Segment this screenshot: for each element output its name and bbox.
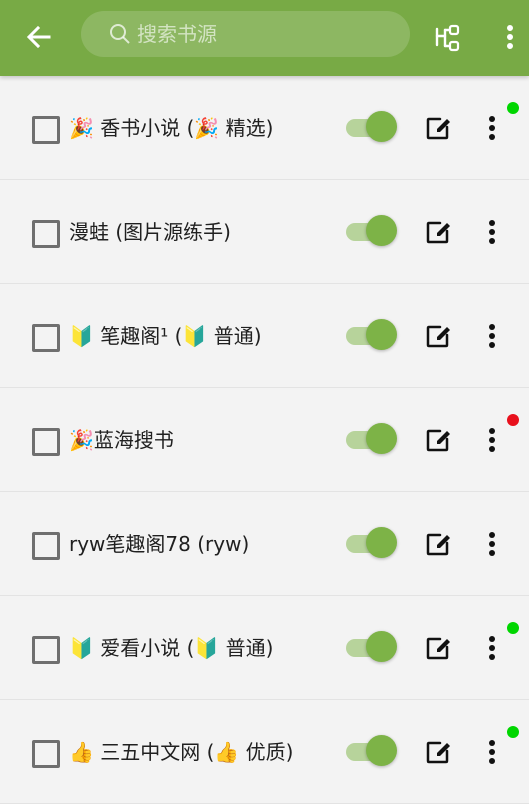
edit-button[interactable]: [424, 426, 452, 454]
select-checkbox[interactable]: [32, 636, 60, 664]
row-more-button[interactable]: [482, 634, 502, 662]
edit-button[interactable]: [424, 738, 452, 766]
back-button[interactable]: [18, 16, 60, 58]
source-row[interactable]: 🎉 香书小说 (🎉 精选): [0, 76, 529, 180]
search-input[interactable]: [137, 11, 397, 57]
enable-switch[interactable]: [346, 111, 398, 142]
enable-switch[interactable]: [346, 215, 398, 246]
row-more-button[interactable]: [482, 426, 502, 454]
source-row[interactable]: 🔰 笔趣阁¹ (🔰 普通): [0, 284, 529, 388]
edit-icon: [424, 426, 452, 454]
toolbar: [0, 0, 529, 76]
group-icon: [432, 22, 462, 52]
switch-thumb: [366, 215, 397, 246]
row-more-button[interactable]: [482, 218, 502, 246]
select-checkbox[interactable]: [32, 428, 60, 456]
more-options-button[interactable]: [494, 16, 526, 58]
source-row[interactable]: ryw笔趣阁78 (ryw): [0, 492, 529, 596]
source-name: 漫蛙 (图片源练手): [69, 220, 231, 244]
group-button[interactable]: [426, 16, 468, 58]
select-checkbox[interactable]: [32, 324, 60, 352]
switch-thumb: [366, 527, 397, 558]
edit-icon: [424, 114, 452, 142]
success-status-dot: [507, 622, 519, 634]
enable-switch[interactable]: [346, 527, 398, 558]
source-name: 🔰 笔趣阁¹ (🔰 普通): [69, 324, 262, 348]
edit-icon: [424, 530, 452, 558]
edit-icon: [424, 218, 452, 246]
edit-icon: [424, 322, 452, 350]
success-status-dot: [507, 102, 519, 114]
row-more-button[interactable]: [482, 114, 502, 142]
enable-switch[interactable]: [346, 423, 398, 454]
row-more-button[interactable]: [482, 530, 502, 558]
search-icon: [109, 23, 131, 45]
select-checkbox[interactable]: [32, 116, 60, 144]
switch-thumb: [366, 111, 397, 142]
select-checkbox[interactable]: [32, 532, 60, 560]
source-name: 👍 三五中文网 (👍 优质): [69, 740, 294, 764]
source-row[interactable]: 🎉蓝海搜书: [0, 388, 529, 492]
more-vertical-icon: [482, 322, 502, 350]
switch-thumb: [366, 423, 397, 454]
edit-button[interactable]: [424, 530, 452, 558]
more-vertical-icon: [506, 22, 514, 52]
row-more-button[interactable]: [482, 738, 502, 766]
more-vertical-icon: [482, 530, 502, 558]
edit-button[interactable]: [424, 634, 452, 662]
edit-button[interactable]: [424, 114, 452, 142]
row-more-button[interactable]: [482, 322, 502, 350]
more-vertical-icon: [482, 114, 502, 142]
source-name: 🎉蓝海搜书: [69, 428, 174, 452]
source-name: 🔰 爱看小说 (🔰 普通): [69, 636, 274, 660]
edit-icon: [424, 634, 452, 662]
switch-thumb: [366, 319, 397, 350]
source-row[interactable]: 漫蛙 (图片源练手): [0, 180, 529, 284]
source-name: 🎉 香书小说 (🎉 精选): [69, 116, 274, 140]
more-vertical-icon: [482, 634, 502, 662]
select-checkbox[interactable]: [32, 740, 60, 768]
more-vertical-icon: [482, 738, 502, 766]
source-row[interactable]: 🔰 爱看小说 (🔰 普通): [0, 596, 529, 700]
source-name: ryw笔趣阁78 (ryw): [69, 532, 250, 556]
enable-switch[interactable]: [346, 631, 398, 662]
select-checkbox[interactable]: [32, 220, 60, 248]
error-status-dot: [507, 414, 519, 426]
more-vertical-icon: [482, 218, 502, 246]
edit-icon: [424, 738, 452, 766]
enable-switch[interactable]: [346, 735, 398, 766]
enable-switch[interactable]: [346, 319, 398, 350]
source-row[interactable]: 👍 三五中文网 (👍 优质): [0, 700, 529, 804]
edit-button[interactable]: [424, 218, 452, 246]
source-list: 🎉 香书小说 (🎉 精选) 漫蛙 (图片源练手) 🔰 笔趣阁¹ (🔰 普通) 🎉…: [0, 76, 529, 804]
switch-thumb: [366, 631, 397, 662]
back-arrow-icon: [25, 23, 53, 51]
more-vertical-icon: [482, 426, 502, 454]
switch-thumb: [366, 735, 397, 766]
success-status-dot: [507, 726, 519, 738]
search-box[interactable]: [81, 11, 410, 57]
edit-button[interactable]: [424, 322, 452, 350]
